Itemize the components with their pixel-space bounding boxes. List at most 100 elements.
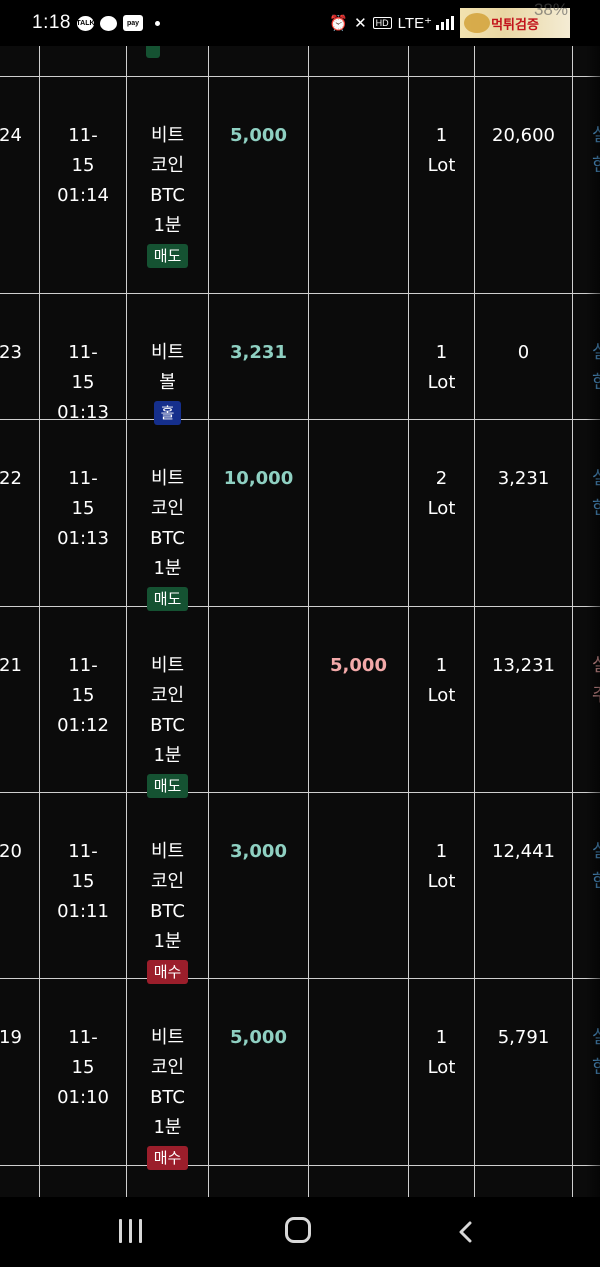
game-name-line: BTC [150, 185, 185, 206]
table-row[interactable]: 2011-1501:11비트코인BTC1분매수3,0001Lot12,441실현 [0, 792, 600, 984]
hd-icon: HD [372, 17, 392, 29]
round-id: 24 [0, 125, 22, 146]
balance: 0 [517, 342, 530, 363]
game-name-line: 1분 [153, 215, 182, 236]
table-row[interactable]: 2211-1501:13비트코인BTC1분매도10,0002Lot3,231실현 [0, 419, 600, 611]
table-row[interactable]: 24 11- 15 01:14 비트코인 BTC 1분매도 5,000 1 Lot 20,600 실현 [0, 76, 600, 294]
watermark-text: 먹튀검증 [491, 16, 539, 32]
game-name-line: 비트 [150, 655, 185, 676]
mute-vibrate-icon: ✕ [354, 15, 367, 32]
pick-badge: 매도 [146, 244, 189, 268]
lot-count: 2 [435, 468, 448, 489]
date-day: 15 [71, 1057, 95, 1078]
status-label-top: 실 [592, 651, 600, 681]
bet-amount: 10,000 [223, 468, 294, 489]
bet-amount: 5,000 [230, 1027, 287, 1048]
table-row[interactable]: 1811-15비트코인3,5001Lot4,036실현 [0, 1165, 600, 1197]
bet-amount: 3,000 [230, 841, 287, 862]
game-name-line: 비트 [150, 468, 185, 489]
game-name-line: 1분 [153, 1117, 182, 1138]
bet-time: 01:10 [57, 1087, 109, 1108]
balance: 12,441 [492, 841, 555, 862]
game-name-line: 비트 [150, 342, 185, 363]
lot-unit: Lot [427, 685, 456, 706]
game-name-line: 1분 [153, 931, 182, 952]
game-name-line: 볼 [159, 372, 176, 393]
status-label-bottom: 현 [592, 151, 600, 181]
game-name-line: 코인 [150, 155, 185, 176]
game-name-line: BTC [150, 528, 185, 549]
game-name-line: 코인 [150, 498, 185, 519]
bet-time: 01:14 [57, 185, 109, 206]
alarm-icon: ⏰ [329, 15, 349, 32]
date-month: 11- [68, 655, 98, 676]
lot-count: 1 [435, 841, 448, 862]
status-label-top: 실 [592, 1023, 600, 1053]
lte-label: LTE⁺ [397, 15, 432, 32]
lot-unit: Lot [427, 1057, 456, 1078]
date-day: 15 [71, 155, 95, 176]
battery-level: 38% [533, 0, 568, 19]
pay-icon: pay [122, 15, 143, 31]
chat-bubble-icon [99, 15, 117, 31]
round-id: 20 [0, 841, 22, 862]
win-amount: 5,000 [330, 655, 387, 676]
lot-count: 1 [435, 342, 448, 363]
bet-time: 01:11 [57, 901, 109, 922]
status-bar: 1:18 TALK pay ⏰ ✕ HD LTE⁺ 먹튀검증 38% [0, 0, 600, 46]
date-month: 11- [68, 1027, 98, 1048]
balance: 13,231 [492, 655, 555, 676]
lot-count: 1 [435, 1027, 448, 1048]
table-row-partial [0, 46, 600, 77]
bet-amount: 5,000 [230, 125, 287, 146]
table-row[interactable]: 2111-1501:12비트코인BTC1분매도5,0001Lot13,231실주 [0, 606, 600, 798]
date-day: 15 [71, 498, 95, 519]
dot-icon [154, 20, 160, 26]
status-label-top: 실 [592, 464, 600, 494]
status-time: 1:18 [32, 12, 71, 33]
round-id: 23 [0, 342, 22, 363]
balance: 3,231 [497, 468, 550, 489]
history-table: 2411-1501:14비트코인BTC1분매도5,0001Lot20,600실현… [0, 46, 600, 1197]
status-label-top: 실 [592, 837, 600, 867]
status-label-bottom: 주 [592, 681, 600, 711]
talk-icon: TALK [76, 15, 95, 31]
round-id: 22 [0, 468, 22, 489]
emblem-icon [464, 13, 490, 33]
navigation-bar [0, 1197, 600, 1267]
game-name-line: 1분 [153, 558, 182, 579]
lot-unit: Lot [427, 871, 456, 892]
status-label-bottom: 현 [592, 1053, 600, 1083]
date-day: 15 [71, 372, 95, 393]
balance: 5,791 [497, 1027, 550, 1048]
home-icon[interactable] [285, 1217, 311, 1243]
signal-icon [436, 16, 454, 30]
game-name-line: 비트 [150, 1027, 185, 1048]
status-label-bottom: 현 [592, 494, 600, 524]
game-name-line: 1분 [153, 745, 182, 766]
bet-amount: 3,231 [230, 342, 287, 363]
game-name-line: BTC [150, 715, 185, 736]
game-name-line: BTC [150, 901, 185, 922]
status-label-top: 실 [592, 338, 600, 368]
table-row[interactable]: 2311-1501:13비트볼홀3,2311Lot0실현 [0, 293, 600, 425]
recent-apps-icon[interactable] [119, 1219, 143, 1243]
date-day: 15 [71, 685, 95, 706]
balance: 20,600 [492, 125, 555, 146]
game-name-line: 비트 [150, 841, 185, 862]
date-month: 11- [68, 468, 98, 489]
round-id: 21 [0, 655, 22, 676]
back-icon[interactable] [455, 1221, 477, 1243]
lot-unit: Lot [427, 498, 456, 519]
lot-count: 1 [435, 125, 448, 146]
table-row[interactable]: 1911-1501:10비트코인BTC1분매수5,0001Lot5,791실현 [0, 978, 600, 1170]
date-day: 15 [71, 871, 95, 892]
game-name-line: 비트 [150, 125, 185, 146]
bet-time: 01:13 [57, 528, 109, 549]
game-name-line: 코인 [150, 1057, 185, 1078]
lot-unit: Lot [427, 372, 456, 393]
date-month: 11- [68, 125, 98, 146]
lot-count: 1 [435, 655, 448, 676]
pick-badge [146, 46, 160, 58]
date-month: 11- [68, 841, 98, 862]
